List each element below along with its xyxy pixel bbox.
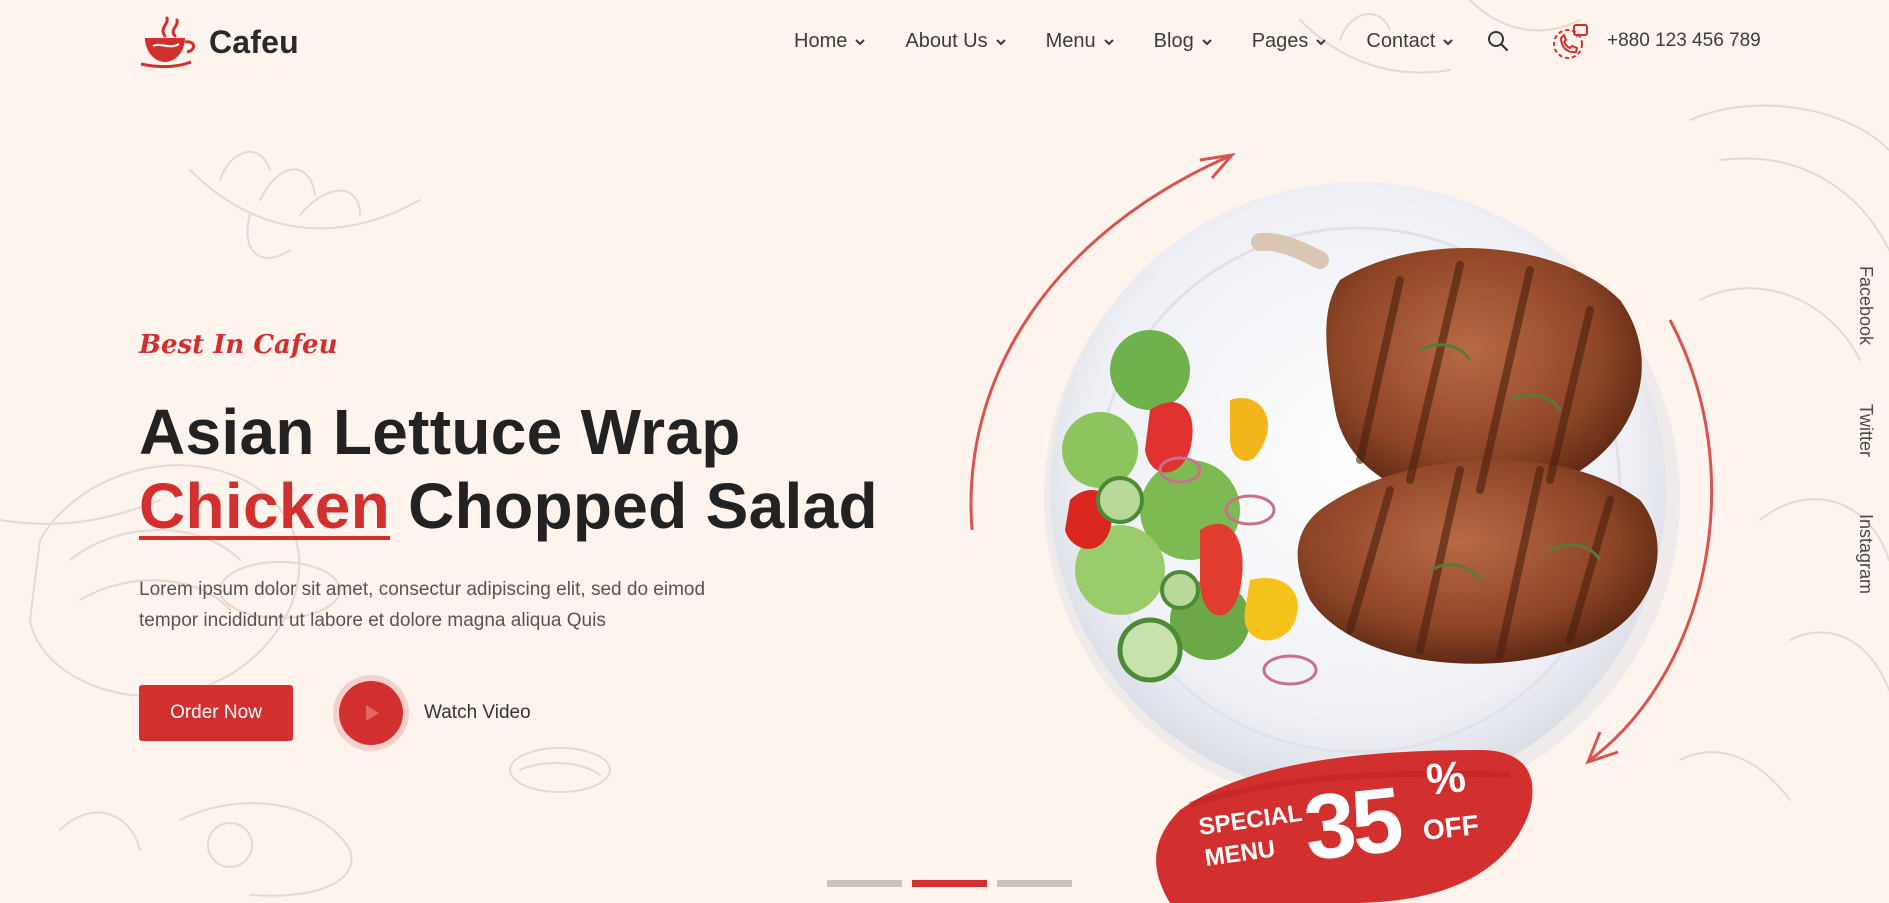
nav-item-contact[interactable]: Contact [1366,30,1454,53]
nav-item-label: Blog [1153,30,1194,52]
nav-item-label: Menu [1045,30,1096,52]
social-link-instagram[interactable]: Instagram [1855,514,1876,594]
nav-item-label: Home [794,30,848,52]
search-icon[interactable] [1487,30,1509,52]
logo-text: Cafeu [209,23,299,60]
watch-video-link[interactable]: Watch Video [424,702,531,724]
hero-tagline: Best In Cafeu [139,330,338,360]
headline-line1: Asian Lettuce Wrap [139,396,741,468]
chevron-down-icon [1443,38,1454,45]
nav-item-about-us[interactable]: About Us [905,30,1006,53]
slider-pagination [827,880,1072,887]
order-now-button[interactable]: Order Now [139,685,293,741]
food-plate-image: SPECIAL MENU 35 % OFF [969,152,1714,903]
chevron-down-icon [995,38,1006,45]
nav-item-label: About Us [905,30,988,52]
headline-rest: Chopped Salad [390,470,878,542]
slider-dot-3[interactable] [997,880,1072,887]
description-line1: Lorem ipsum dolor sit amet, consectur ad… [139,579,706,600]
headline-accent: Chicken [139,470,391,542]
hero-headline: Asian Lettuce Wrap Chicken Chopped Salad [139,395,878,543]
phone-number[interactable]: +880 123 456 789 [1607,30,1761,52]
chevron-down-icon [855,38,866,45]
logo-cup-icon [140,16,195,68]
nav-item-pages[interactable]: Pages [1252,30,1328,53]
phone-icon [1553,24,1588,59]
nav-item-label: Pages [1251,30,1309,52]
promo-off-text: OFF [1421,809,1480,846]
chevron-down-icon [1316,38,1327,45]
social-link-facebook[interactable]: Facebook [1855,266,1876,345]
nav-item-blog[interactable]: Blog [1154,30,1213,53]
play-icon [366,705,379,721]
hero-description: Lorem ipsum dolor sit amet, consectur ad… [139,574,739,636]
description-line2: tempor incididunt ut labore et dolore ma… [139,610,606,631]
chevron-down-icon [1103,38,1114,45]
promo-percent-text: 35 [1299,768,1405,879]
logo[interactable]: Cafeu [139,16,299,68]
nav-item-menu[interactable]: Menu [1046,30,1115,53]
play-video-button[interactable] [339,681,403,745]
nav-item-label: Contact [1366,30,1436,52]
chevron-down-icon [1201,38,1212,45]
slider-dot-2[interactable] [912,880,987,887]
nav-item-home[interactable]: Home [794,30,866,53]
promo-percent-sign: % [1424,752,1468,805]
slider-dot-1[interactable] [827,880,902,887]
main-nav: Home About Us Menu Blog Pages Contact [794,30,1493,53]
site-header: Cafeu Home About Us Menu Blog Pages Cont… [0,0,1889,90]
social-link-twitter[interactable]: Twitter [1855,404,1876,457]
